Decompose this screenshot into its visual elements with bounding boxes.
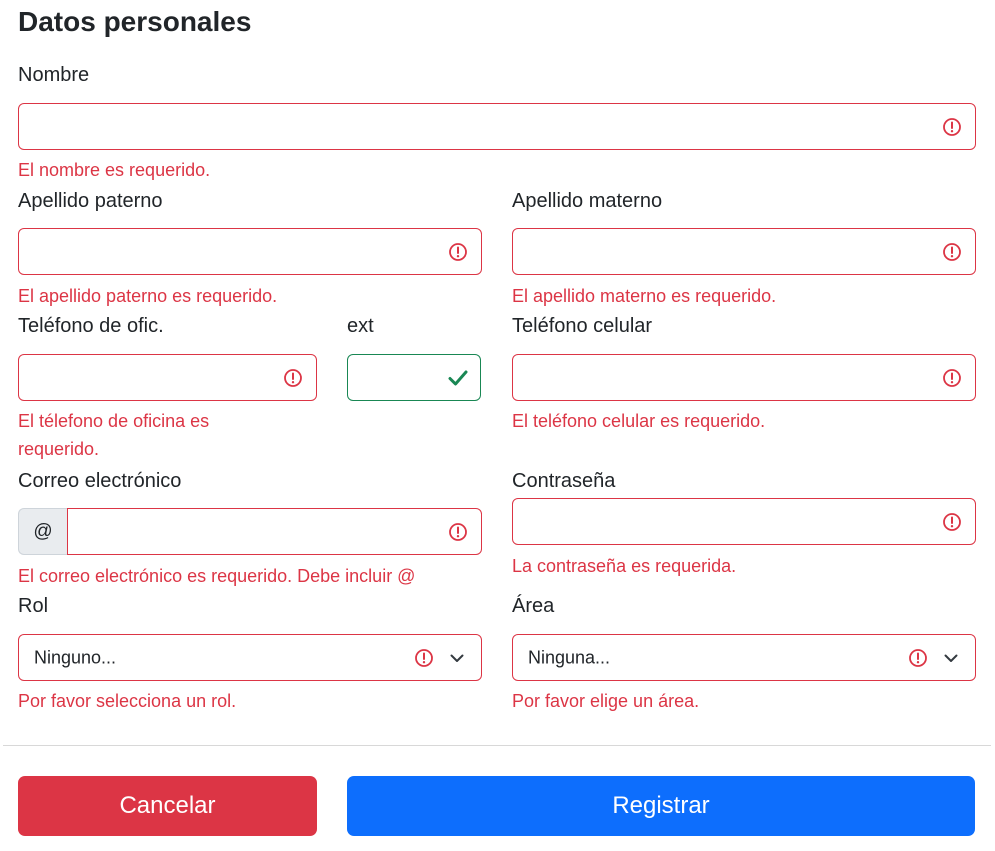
rol-selected-value: Ninguno... (34, 647, 117, 667)
telefono-celular-error: El teléfono celular es requerido. (512, 411, 766, 431)
apellido-paterno-input[interactable] (18, 228, 482, 275)
telefono-oficina-error-line1: El télefono de oficina es (18, 411, 210, 431)
invalid-icon (449, 242, 467, 261)
invalid-icon (943, 512, 961, 531)
area-select[interactable]: Ninguna... (512, 634, 976, 681)
apellido-paterno-label: Apellido paterno (18, 190, 163, 212)
footer-divider (3, 745, 991, 746)
apellido-materno-error: El apellido materno es requerido. (512, 286, 777, 306)
area-selected-value: Ninguna... (528, 647, 611, 667)
nombre-error: El nombre es requerido. (18, 160, 211, 180)
correo-error: El correo electrónico es requerido. Debe… (18, 566, 416, 586)
register-button[interactable]: Registrar (347, 776, 975, 836)
telefono-celular-input[interactable] (512, 354, 976, 401)
ext-label: ext (347, 315, 374, 337)
invalid-icon (943, 117, 961, 136)
valid-check-icon (448, 370, 468, 385)
nombre-label: Nombre (18, 64, 90, 86)
telefono-celular-label: Teléfono celular (512, 315, 653, 337)
invalid-icon (449, 522, 467, 541)
correo-label: Correo electrónico (18, 470, 182, 492)
nombre-input[interactable] (18, 103, 976, 150)
invalid-icon (943, 242, 961, 261)
telefono-oficina-label: Teléfono de ofic. (18, 315, 164, 337)
rol-select[interactable]: Ninguno... (18, 634, 482, 681)
ext-input[interactable] (347, 354, 481, 401)
contrasena-input[interactable] (512, 498, 976, 545)
telefono-oficina-error-line2: requerido. (18, 439, 100, 459)
cancel-button[interactable]: Cancelar (18, 776, 317, 836)
area-label: Área (512, 595, 555, 617)
apellido-materno-input[interactable] (512, 228, 976, 275)
apellido-materno-label: Apellido materno (512, 190, 663, 212)
correo-input[interactable] (67, 508, 482, 555)
rol-label: Rol (18, 595, 49, 617)
invalid-icon (415, 648, 433, 667)
rol-error: Por favor selecciona un rol. (18, 691, 237, 711)
invalid-icon (943, 368, 961, 387)
contrasena-error: La contraseña es requerida. (512, 556, 737, 576)
area-error: Por favor elige un área. (512, 691, 700, 711)
invalid-icon (284, 368, 302, 387)
chevron-down-icon (944, 654, 958, 662)
section-title: Datos personales (18, 6, 252, 37)
apellido-paterno-error: El apellido paterno es requerido. (18, 286, 278, 306)
invalid-icon (909, 648, 927, 667)
contrasena-label: Contraseña (512, 470, 616, 492)
telefono-oficina-input[interactable] (18, 354, 317, 401)
email-prefix: @ (18, 508, 67, 555)
chevron-down-icon (450, 654, 464, 662)
